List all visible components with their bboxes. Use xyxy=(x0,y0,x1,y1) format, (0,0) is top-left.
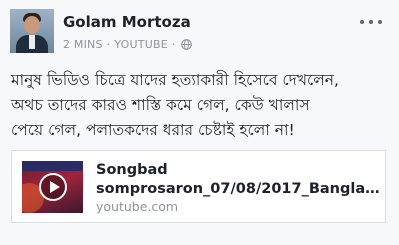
link-preview-card[interactable]: Songbad somprosaron_07/08/2017_Bangla pr… xyxy=(11,150,386,223)
link-domain: youtube.com xyxy=(96,199,179,214)
globe-icon[interactable] xyxy=(180,39,192,50)
video-thumbnail[interactable] xyxy=(22,161,83,213)
facebook-post-card: Golam Mortoza 2 MINS · YOUTUBE · মানুষ ভ… xyxy=(0,0,399,245)
post-text-line: অথচ তাদের কারও শাস্তি কমে গেল, কেউ খালাস xyxy=(11,96,310,114)
more-options-icon[interactable] xyxy=(360,14,382,30)
link-title-line: somprosaron_07/08/2017_Bangla pro... xyxy=(96,181,381,197)
post-text-line: মানুষ ভিডিও চিত্রে যাদের হত্যাকারী হিসেব… xyxy=(11,71,339,89)
play-icon[interactable] xyxy=(39,173,67,201)
post-source: YOUTUBE xyxy=(114,38,168,51)
link-title[interactable]: Songbad somprosaron_07/08/2017_Bangla pr… xyxy=(96,161,381,199)
author-name[interactable]: Golam Mortoza xyxy=(63,13,191,31)
post-time[interactable]: 2 MINS xyxy=(63,38,103,51)
link-title-line: Songbad xyxy=(96,162,168,178)
post-text: মানুষ ভিডিও চিত্রে যাদের হত্যাকারী হিসেব… xyxy=(11,68,391,143)
post-meta: 2 MINS · YOUTUBE · xyxy=(63,38,192,51)
meta-separator: · xyxy=(171,38,176,51)
post-text-line: পেয়ে গেল, পলাতকদের ধরার চেষ্টাই হলো না! xyxy=(11,121,295,139)
meta-separator: · xyxy=(106,38,111,51)
avatar[interactable] xyxy=(10,9,54,53)
